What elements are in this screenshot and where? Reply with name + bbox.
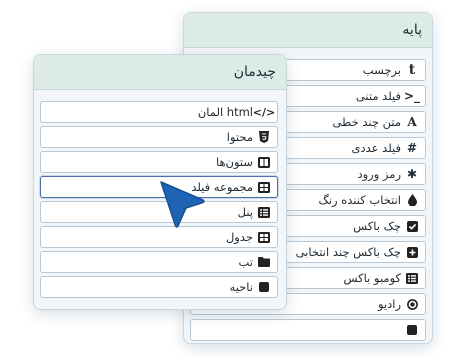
component-columns[interactable]: ستون‌ها bbox=[40, 151, 278, 173]
square-icon bbox=[257, 282, 271, 292]
folder-icon bbox=[257, 257, 271, 267]
droplet-icon bbox=[405, 194, 419, 206]
checkbox-icon bbox=[405, 220, 419, 232]
component-next-partial[interactable] bbox=[190, 319, 426, 341]
font-a-icon: A bbox=[407, 115, 417, 129]
component-html-element[interactable]: </> المان html bbox=[40, 101, 278, 123]
html5-icon bbox=[257, 131, 271, 143]
columns-icon bbox=[257, 156, 271, 168]
table-icon bbox=[257, 231, 271, 243]
component-content[interactable]: محتوا bbox=[40, 126, 278, 148]
terminal-icon: >_ bbox=[403, 89, 421, 103]
list-icon bbox=[405, 272, 419, 284]
square-icon bbox=[405, 325, 419, 335]
radio-icon bbox=[405, 298, 419, 310]
pointer-cursor-icon bbox=[160, 181, 205, 228]
code-icon: </> bbox=[252, 105, 276, 119]
component-tab[interactable]: تب bbox=[40, 251, 278, 273]
t-icon: t bbox=[408, 62, 416, 78]
component-region[interactable]: ناحیه bbox=[40, 276, 278, 298]
hash-icon: # bbox=[406, 141, 418, 155]
plus-square-icon bbox=[405, 246, 419, 258]
table-icon bbox=[257, 181, 271, 193]
panel-list-icon bbox=[257, 206, 271, 218]
basic-panel-title: پایه bbox=[184, 13, 432, 48]
asterisk-icon: ✱ bbox=[406, 167, 418, 181]
layout-panel-title: چیدمان bbox=[34, 55, 286, 90]
